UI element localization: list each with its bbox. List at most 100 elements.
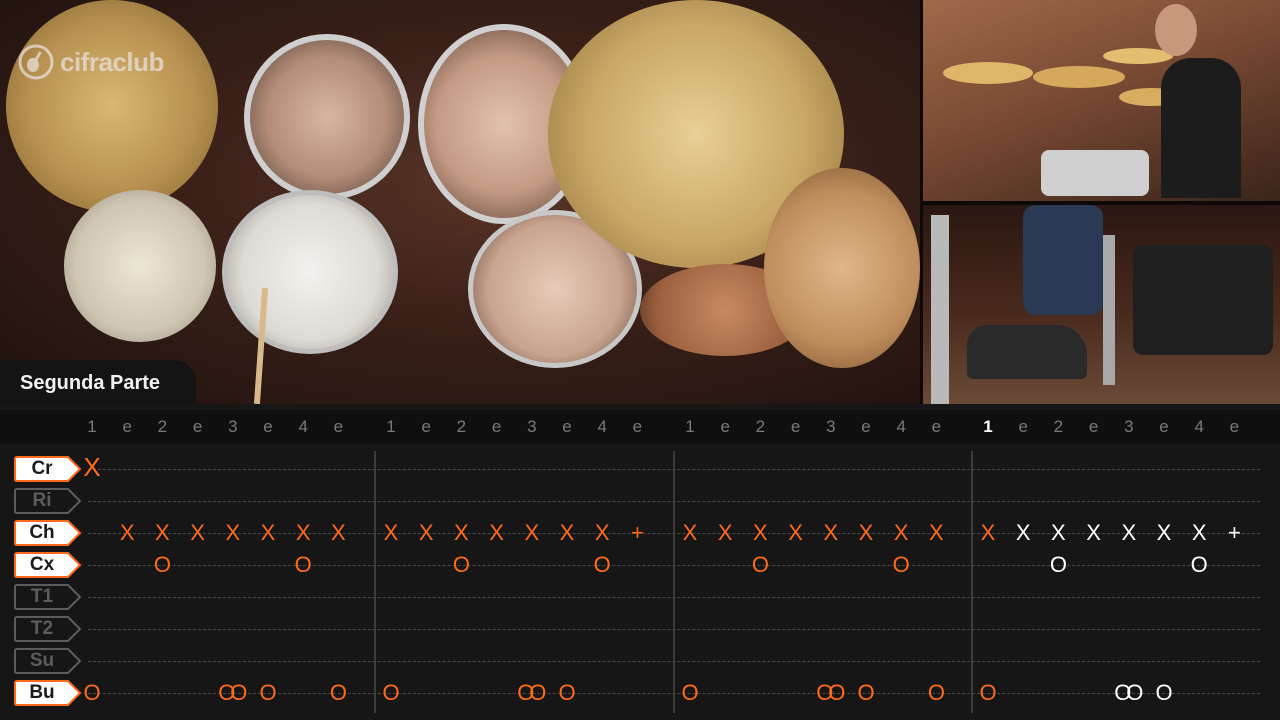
note-ch: X bbox=[823, 520, 839, 545]
beat-count: e bbox=[333, 417, 344, 436]
note-ch: X bbox=[1086, 520, 1101, 545]
shoe-shape bbox=[967, 325, 1087, 379]
lane-label-text: T1 bbox=[30, 586, 54, 607]
note-ch: X bbox=[295, 520, 311, 545]
cymbal-shape bbox=[64, 190, 216, 342]
note-bu: O bbox=[382, 680, 400, 705]
note-ch: X bbox=[524, 520, 540, 545]
beat-count: 2 bbox=[157, 417, 168, 436]
bar-line bbox=[673, 451, 675, 713]
leg-shape bbox=[1023, 205, 1103, 315]
bar-line bbox=[374, 451, 376, 713]
beat-count: 1 bbox=[386, 417, 396, 436]
beat-count: 4 bbox=[597, 417, 607, 436]
stand-shape bbox=[1103, 235, 1115, 385]
lane-label-ch[interactable]: Ch bbox=[14, 520, 82, 546]
beat-count: 2 bbox=[755, 417, 766, 436]
note-ch: X bbox=[1051, 520, 1066, 545]
beat-count: e bbox=[1229, 417, 1240, 436]
lane-label-text: Cr bbox=[31, 458, 53, 479]
note-bu: O bbox=[259, 680, 277, 705]
note-ch: X bbox=[929, 520, 944, 545]
lane-label-text: T2 bbox=[30, 618, 54, 639]
camera-side-view bbox=[923, 0, 1280, 201]
pedal-shape bbox=[1133, 245, 1273, 355]
beat-count-bar: 1 e 2 e 3 e 4 e 1 e 2 e 3 e 4 e 1 e 2 e 3 e 4 e 1 e 2 e 3 e 4 e bbox=[0, 410, 1280, 444]
beat-count: 3 bbox=[527, 417, 537, 436]
note-ch: + bbox=[1227, 520, 1241, 545]
note-ch: X bbox=[980, 520, 996, 545]
note-ch: X bbox=[1191, 520, 1207, 545]
tom-shape bbox=[244, 34, 410, 200]
lane-label-cr[interactable]: Cr bbox=[14, 456, 82, 482]
beat-count: 4 bbox=[896, 417, 906, 436]
section-label: Segunda Parte bbox=[0, 360, 196, 404]
note-cx: O bbox=[452, 552, 470, 577]
beat-count: 1 bbox=[983, 417, 993, 436]
drummer-shape bbox=[1161, 58, 1241, 198]
note-ch: X bbox=[717, 520, 733, 545]
beat-count: e bbox=[1088, 417, 1099, 436]
beat-count: e bbox=[720, 417, 730, 436]
lane-label-su[interactable]: Su bbox=[14, 648, 82, 674]
bar-line bbox=[971, 451, 973, 713]
video-player[interactable]: cifraclub Segunda Parte bbox=[0, 0, 1280, 404]
lesson-player: cifraclub Segunda Parte 1 e 2 e 3 e 4 e 1 e 2 e 3 e 4 e… bbox=[0, 0, 1280, 720]
beat-count: 3 bbox=[1124, 417, 1134, 436]
note-ch: X bbox=[489, 520, 504, 545]
beat-count: 1 bbox=[87, 417, 97, 436]
note-bu: O bbox=[83, 680, 101, 705]
note-cx: O bbox=[153, 552, 171, 577]
note-ch: X bbox=[788, 520, 803, 545]
lane-label-text: Ri bbox=[32, 490, 52, 511]
note-ch: X bbox=[155, 520, 170, 545]
note-ch: X bbox=[331, 520, 346, 545]
beat-count: e bbox=[491, 417, 502, 436]
logo-text: cifraclub bbox=[60, 46, 164, 77]
lane-label-t2[interactable]: T2 bbox=[14, 616, 82, 642]
lane-label-text: Bu bbox=[29, 682, 55, 703]
note-bu: O bbox=[979, 680, 997, 705]
note-ch: X bbox=[559, 520, 575, 545]
note-ch: X bbox=[418, 520, 434, 545]
note-ch: X bbox=[858, 520, 874, 545]
note-bu: O bbox=[329, 680, 347, 705]
camera-feet-view bbox=[923, 205, 1280, 404]
lane-label-bu[interactable]: Bu bbox=[14, 680, 82, 706]
beat-count: 1 bbox=[685, 417, 695, 436]
beat-count: 3 bbox=[228, 417, 238, 436]
lane-label-cx[interactable]: Cx bbox=[14, 552, 82, 578]
note-ch: X bbox=[1156, 520, 1172, 545]
beat-count: e bbox=[632, 417, 643, 436]
beat-count: e bbox=[790, 417, 801, 436]
beat-count: e bbox=[861, 417, 871, 436]
drummer-head-shape bbox=[1155, 4, 1197, 56]
beat-count: e bbox=[562, 417, 572, 436]
note-cx: O bbox=[1049, 552, 1067, 577]
beat-count: e bbox=[263, 417, 273, 436]
note-ch: X bbox=[260, 520, 276, 545]
note-bu: O bbox=[681, 680, 699, 705]
note-bu: O bbox=[1155, 680, 1173, 705]
note-ch: X bbox=[225, 520, 241, 545]
note-ch: X bbox=[682, 520, 698, 545]
beat-count: e bbox=[192, 417, 203, 436]
note-ch: X bbox=[1015, 520, 1031, 545]
lane-label-text: Ch bbox=[29, 522, 55, 543]
note-ch: X bbox=[893, 520, 909, 545]
cymbal-shape bbox=[943, 62, 1033, 84]
note-cx: O bbox=[593, 552, 611, 577]
snare-shape bbox=[222, 190, 398, 354]
beat-count: e bbox=[931, 417, 942, 436]
beat-count: 4 bbox=[1194, 417, 1204, 436]
lane-label-text: Cx bbox=[29, 554, 55, 575]
note-bu: O bbox=[927, 680, 945, 705]
lane-label-t1[interactable]: T1 bbox=[14, 584, 82, 610]
note-ch: + bbox=[630, 520, 644, 545]
note-bu: O bbox=[558, 680, 576, 705]
lane-label-ri[interactable]: Ri bbox=[14, 488, 82, 514]
beat-count: e bbox=[1018, 417, 1028, 436]
note-ch: X bbox=[594, 520, 610, 545]
note-cx: O bbox=[751, 552, 769, 577]
stand-shape bbox=[931, 215, 949, 404]
